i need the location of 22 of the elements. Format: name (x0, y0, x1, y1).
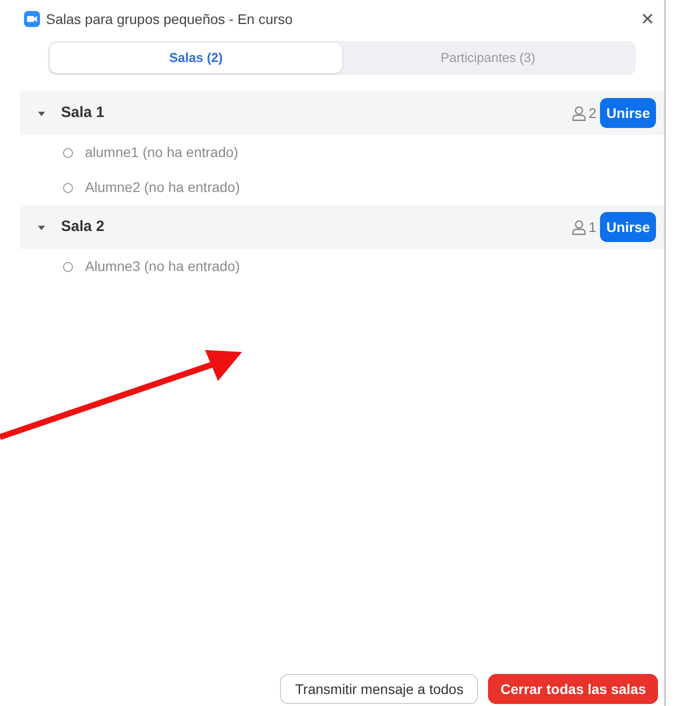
broadcast-button[interactable]: Transmitir mensaje a todos (280, 674, 478, 704)
participant-count: 2 (588, 104, 596, 122)
person-icon (572, 106, 586, 120)
caret-icon[interactable] (38, 224, 45, 230)
room-name: Sala 1 (61, 102, 104, 123)
participant-name: alumne1 (no ha entrado) (85, 143, 238, 162)
room-header[interactable]: Sala 1 2 Unirse (20, 91, 664, 135)
room-name: Sala 2 (61, 216, 104, 237)
participant-name: Alumne2 (no ha entrado) (85, 178, 240, 197)
tab[interactable]: Participantes (3) (342, 43, 634, 73)
join-button[interactable]: Unirse (600, 98, 656, 128)
room-header[interactable]: Sala 2 1 Unirse (20, 205, 664, 249)
person-icon (572, 220, 586, 234)
participant-count: 1 (588, 218, 596, 236)
join-button[interactable]: Unirse (600, 212, 656, 242)
app-icon (24, 11, 40, 27)
participant-name: Alumne3 (no ha entrado) (85, 257, 240, 276)
caret-icon[interactable] (38, 110, 45, 116)
tab[interactable]: Salas (2) (50, 43, 342, 73)
window-title: Salas para grupos pequeños - En curso (46, 10, 293, 29)
close-all-button[interactable]: Cerrar todas las salas (488, 674, 658, 704)
close-button[interactable]: × (641, 8, 654, 30)
